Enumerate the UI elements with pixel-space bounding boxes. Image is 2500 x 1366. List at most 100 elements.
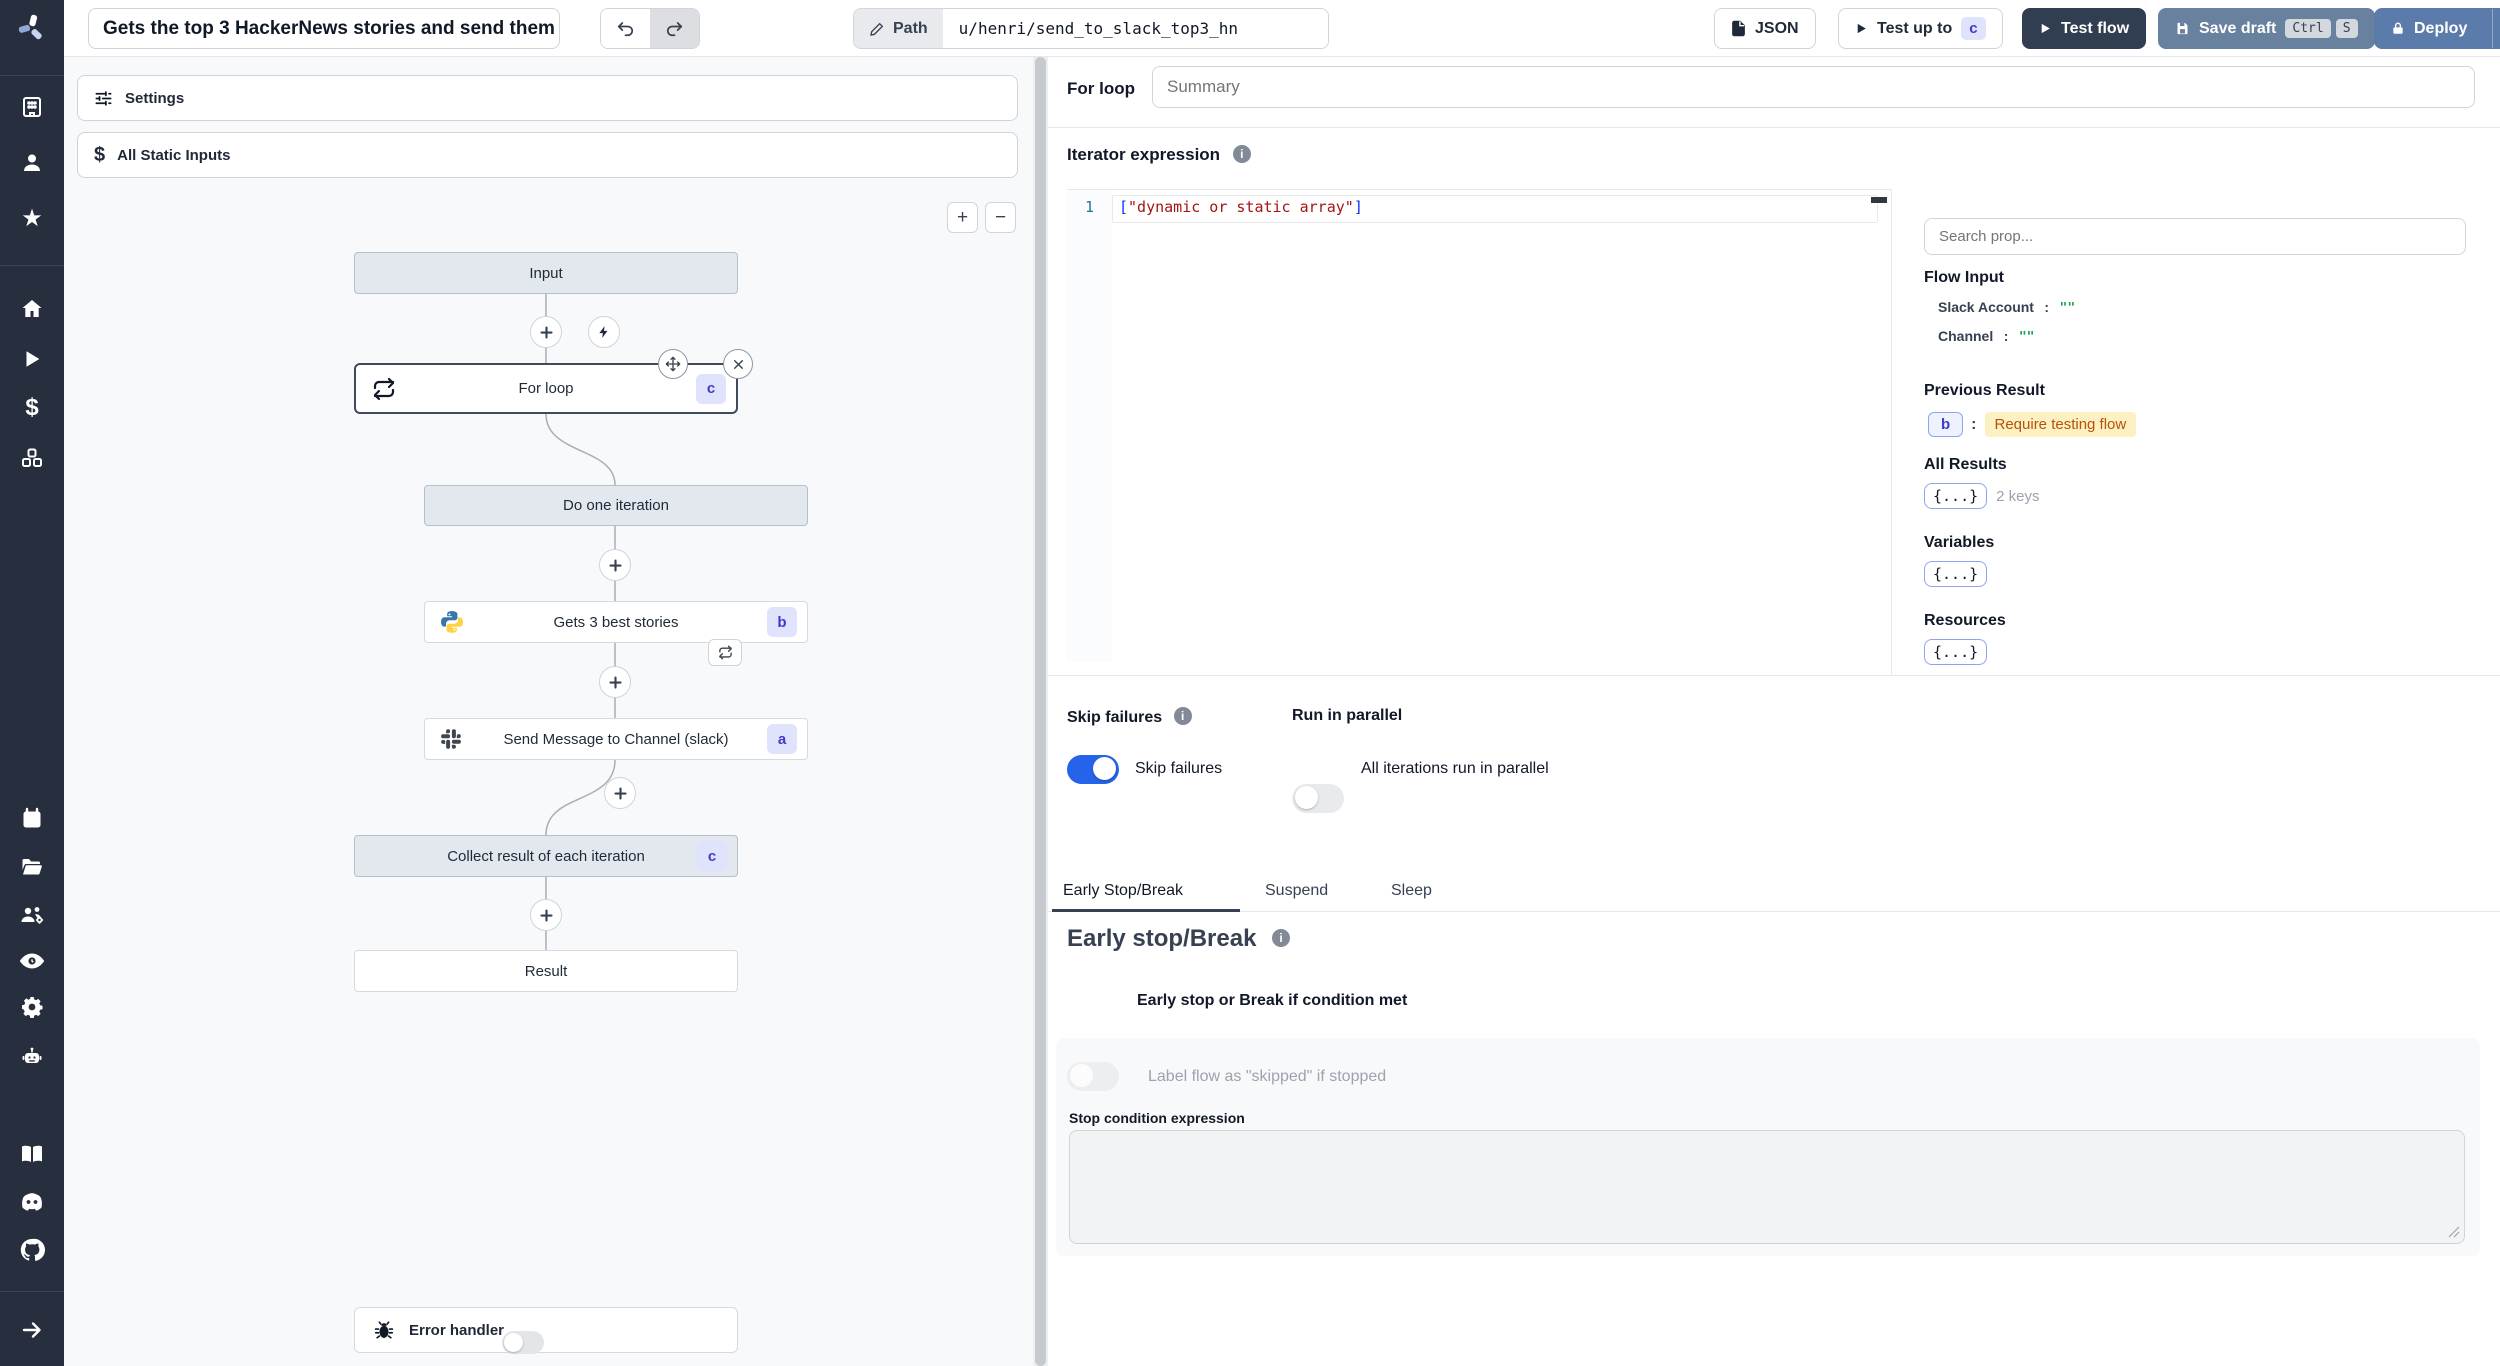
info-icon[interactable]: i: [1232, 145, 1251, 163]
edit-path-button[interactable]: Path: [854, 9, 943, 48]
resources-heading: Resources: [1924, 612, 2006, 629]
add-step-button[interactable]: [604, 777, 636, 809]
play-icon: [2041, 23, 2050, 34]
flow-node-do-one-iteration[interactable]: Do one iteration: [424, 485, 808, 526]
windmill-logo[interactable]: [0, 8, 64, 48]
redo-icon: [666, 22, 683, 37]
resize-handle-icon[interactable]: [2448, 1226, 2460, 1238]
lock-icon: [2393, 22, 2403, 34]
github-icon[interactable]: [0, 1230, 64, 1270]
object-expand-badge[interactable]: {...}: [1924, 561, 1988, 587]
skip-failures-toggle[interactable]: [1067, 755, 1119, 784]
add-step-button[interactable]: [599, 666, 631, 698]
test-flow-button[interactable]: Test flow: [2022, 8, 2147, 49]
flow-input-heading: Flow Input: [1924, 269, 2004, 286]
home-icon[interactable]: [0, 289, 64, 329]
redo-button[interactable]: [650, 9, 699, 48]
tab-suspend[interactable]: Suspend: [1263, 872, 1330, 910]
undo-redo-group: [600, 8, 700, 49]
flow-node-send-message-slack[interactable]: Send Message to Channel (slack) a: [424, 718, 808, 760]
info-icon[interactable]: i: [1173, 707, 1192, 725]
docs-book-icon[interactable]: [0, 1134, 64, 1174]
toggle-knob: [1093, 757, 1116, 780]
variables-dollar-icon[interactable]: $: [0, 388, 64, 428]
bug-icon: [374, 1321, 394, 1339]
add-trigger-button[interactable]: [588, 316, 620, 348]
path-value-field[interactable]: u/henri/send_to_slack_top3_hn: [942, 9, 1328, 48]
sidebar-divider: [0, 265, 64, 266]
tab-sleep[interactable]: Sleep: [1389, 872, 1434, 910]
save-draft-button[interactable]: Save draft Ctrl S: [2158, 8, 2375, 49]
step-id-badge: c: [696, 373, 726, 404]
flow-node-input[interactable]: Input: [354, 252, 738, 294]
code-line: ["dynamic or static array"]: [1119, 198, 1363, 216]
deploy-button[interactable]: Deploy: [2375, 9, 2483, 48]
summary-input[interactable]: [1152, 66, 2475, 108]
iterator-code-editor[interactable]: 1 ["dynamic or static array"]: [1067, 189, 1891, 662]
flow-node-gets-3-best-stories[interactable]: Gets 3 best stories b: [424, 601, 808, 666]
groups-users-gear-icon[interactable]: [0, 895, 64, 935]
prop-row[interactable]: Slack Account : "": [1938, 299, 2075, 317]
move-node-button[interactable]: [658, 349, 688, 379]
error-handler-row[interactable]: Error handler: [354, 1307, 738, 1354]
folders-icon[interactable]: [0, 847, 64, 887]
schedules-calendar-icon[interactable]: [0, 799, 64, 839]
move-arrows-icon: [665, 356, 681, 372]
workspace-icon[interactable]: [0, 87, 64, 127]
add-step-button[interactable]: [530, 316, 562, 348]
info-icon[interactable]: i: [1272, 929, 1291, 947]
discord-icon[interactable]: [0, 1182, 64, 1222]
search-prop-input[interactable]: [1924, 218, 2466, 255]
undo-icon: [617, 22, 634, 37]
early-stop-condition-label: Early stop or Break if condition met: [1137, 992, 1408, 1009]
plus-icon: [608, 675, 622, 689]
expand-sidebar-arrow-icon[interactable]: [0, 1310, 64, 1350]
selected-step-name: For loop: [1067, 79, 1135, 99]
toggle-knob: [1070, 1064, 1093, 1087]
plus-icon: [608, 558, 622, 572]
iterator-expression-heading: Iterator expression i: [1067, 145, 1251, 165]
flow-node-for-loop[interactable]: For loop c: [354, 349, 753, 414]
object-expand-badge[interactable]: {...}: [1924, 639, 1988, 665]
add-step-button[interactable]: [599, 549, 631, 581]
path-group: Path u/henri/send_to_slack_top3_hn: [853, 8, 1329, 49]
skip-failures-heading-label: Skip failures: [1067, 709, 1163, 726]
previous-step-badge[interactable]: b: [1928, 412, 1964, 437]
tab-early-stop-break[interactable]: Early Stop/Break: [1061, 872, 1185, 910]
undo-button[interactable]: [601, 9, 650, 48]
step-id-badge: a: [767, 724, 797, 754]
prop-row[interactable]: Channel : "": [1938, 328, 2034, 346]
step-id-badge: c: [697, 841, 727, 871]
add-step-button[interactable]: [530, 899, 562, 931]
runs-play-icon[interactable]: [0, 339, 64, 379]
audit-eye-icon[interactable]: [0, 941, 64, 981]
flow-node-result[interactable]: Result: [354, 950, 738, 992]
resources-cubes-icon[interactable]: [0, 438, 64, 478]
settings-gear-icon[interactable]: [0, 987, 64, 1027]
run-in-parallel-toggle[interactable]: [1292, 784, 1344, 813]
test-up-to-button[interactable]: Test up to c: [1838, 8, 2003, 49]
label-skipped-toggle[interactable]: [1067, 1062, 1119, 1091]
flow-canvas[interactable]: Settings $ All Static Inputs + − Input F…: [64, 57, 1034, 1366]
user-icon[interactable]: [0, 143, 64, 183]
flow-node-collect-result[interactable]: Collect result of each iteration c: [354, 835, 738, 877]
path-value: u/henri/send_to_slack_top3_hn: [958, 19, 1239, 38]
delete-node-button[interactable]: [723, 349, 753, 379]
variables-heading: Variables: [1924, 534, 1995, 551]
ai-robot-icon[interactable]: [0, 1037, 64, 1077]
prop-sep: :: [2003, 328, 2009, 344]
json-button[interactable]: JSON: [1714, 8, 1816, 49]
resources-row: {...}: [1924, 639, 1988, 665]
favorites-star-icon[interactable]: ★: [0, 198, 64, 238]
canvas-scrollbar-thumb[interactable]: [1035, 57, 1046, 1366]
node-label: Gets 3 best stories: [553, 613, 679, 631]
object-expand-badge[interactable]: {...}: [1924, 483, 1988, 509]
error-handler-toggle[interactable]: [502, 1330, 545, 1354]
loop-step-badge[interactable]: [708, 639, 742, 666]
flow-title-input[interactable]: Gets the top 3 HackerNews stories and se…: [88, 8, 560, 49]
step-id-badge: b: [767, 607, 797, 637]
stop-condition-textarea[interactable]: [1069, 1130, 2465, 1244]
prop-key: Slack Account: [1938, 299, 2034, 315]
divider: [1048, 675, 2500, 676]
file-json-icon: [1732, 20, 1745, 37]
